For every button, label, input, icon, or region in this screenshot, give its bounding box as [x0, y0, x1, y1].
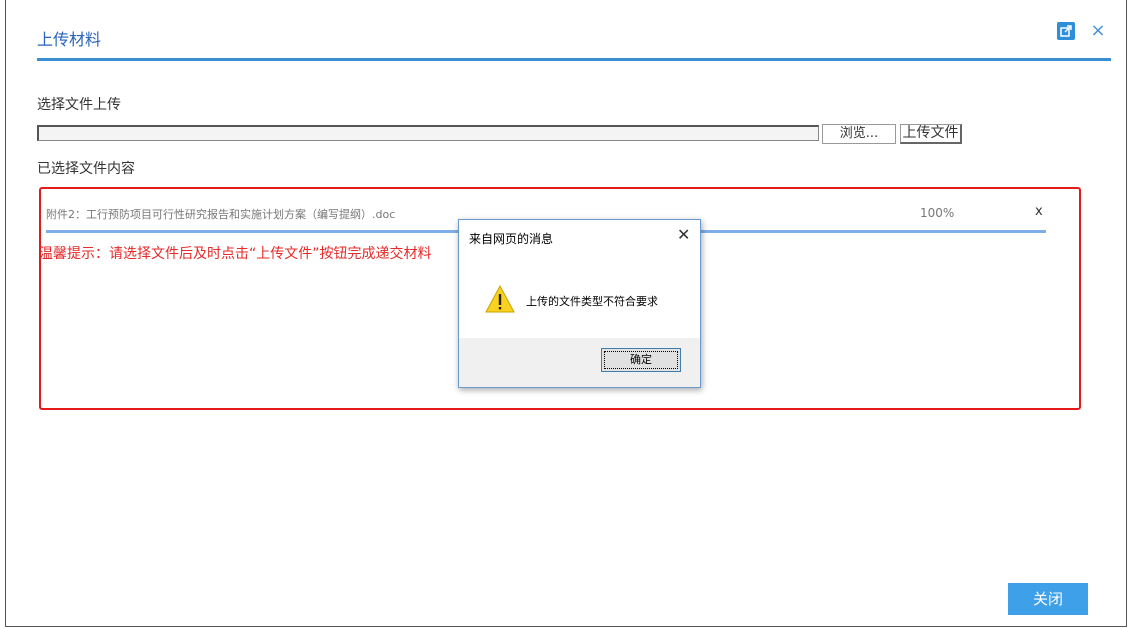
close-button[interactable]: 关闭 [1008, 583, 1088, 615]
message-dialog: 来自网页的消息 ✕ 上传的文件类型不符合要求 确定 [458, 219, 701, 388]
upload-notice: 温馨提示：请选择文件后及时点击“上传文件”按钮完成递交材料 [39, 246, 432, 262]
window-close-icon[interactable]: × [1089, 22, 1107, 40]
dialog-footer: 确定 [459, 338, 700, 387]
selected-files-label: 已选择文件内容 [37, 161, 135, 177]
dialog-title: 来自网页的消息 [469, 232, 554, 246]
dialog-close-icon[interactable]: ✕ [677, 225, 690, 244]
upload-file-button[interactable]: 上传文件 [900, 124, 962, 144]
select-file-label: 选择文件上传 [37, 97, 121, 113]
file-path-input[interactable] [37, 125, 819, 141]
file-name: 附件2：工行预防项目可行性研究报告和实施计划方案（编写提纲）.doc [46, 208, 396, 221]
title-divider [37, 58, 1111, 61]
popout-icon[interactable] [1057, 22, 1075, 40]
ok-button[interactable]: 确定 [601, 348, 681, 372]
remove-file-button[interactable]: x [1035, 204, 1043, 219]
browse-button[interactable]: 浏览... [822, 124, 896, 144]
dialog-message: 上传的文件类型不符合要求 [526, 295, 658, 308]
warning-icon [484, 284, 516, 318]
upload-percent: 100% [920, 206, 955, 220]
window-title: 上传材料 [37, 30, 102, 49]
